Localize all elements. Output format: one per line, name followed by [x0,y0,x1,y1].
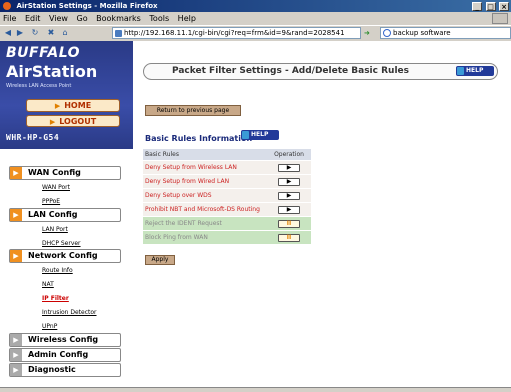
table-header-row: Basic Rules Operation [143,149,311,161]
forward-arrow-icon[interactable]: ▶ [15,28,25,38]
sidebar-link-upnp[interactable]: UPnP [42,323,57,330]
menu-help[interactable]: Help [178,14,196,23]
home-icon[interactable]: ⌂ [60,28,70,38]
sidebar-item-lan-config[interactable]: ▶ LAN Config [9,208,121,222]
page-title: Packet Filter Settings - Add/Delete Basi… [172,66,409,76]
sidebar-link-lan-port[interactable]: LAN Port [42,226,68,233]
sidebar-link-route-info[interactable]: Route Info [42,267,73,274]
page-header: Packet Filter Settings - Add/Delete Basi… [143,63,498,80]
sidebar-link-pppoe[interactable]: PPPoE [42,198,60,205]
apply-button[interactable]: Apply [145,255,175,265]
table-row: Deny Setup from Wireless LAN ▶ [143,160,311,175]
disable-button[interactable]: II [278,233,300,242]
product-tagline: Wireless LAN Access Point [6,83,72,89]
rule-label: Deny Setup from Wireless LAN [143,160,267,175]
page-viewport: BUFFALO AirStation Wireless LAN Access P… [0,41,511,387]
arrow-icon: ▶ [10,349,22,361]
menu-view[interactable]: View [49,14,68,23]
sidebar-link-ip-filter[interactable]: IP Filter [42,295,69,302]
sidebar: BUFFALO AirStation Wireless LAN Access P… [0,41,133,387]
table-row: Deny Setup from Wired LAN ▶ [143,174,311,189]
sidebar-link-nat[interactable]: NAT [42,281,54,288]
table-row: Deny Setup over WDS ▶ [143,188,311,203]
logout-button[interactable]: ▶ LOGOUT [26,115,120,127]
help-icon [242,131,249,139]
enable-button[interactable]: ▶ [278,205,300,214]
url-text: http://192.168.11.1/cgi-bin/cgi?req=frm&… [124,29,345,37]
column-header-operation: Operation [267,149,311,161]
arrow-icon: ▶ [10,167,22,179]
sidebar-item-wan-config[interactable]: ▶ WAN Config [9,166,121,180]
menu-bar: File Edit View Go Bookmarks Tools Help [0,12,511,25]
firefox-icon [3,2,11,10]
menu-bookmarks[interactable]: Bookmarks [96,14,141,23]
logo-panel: BUFFALO AirStation Wireless LAN Access P… [0,41,133,149]
rule-label: Deny Setup over WDS [143,188,267,203]
rule-label: Deny Setup from Wired LAN [143,174,267,189]
back-arrow-icon[interactable]: ◀ [3,28,13,38]
table-row: Reject the IDENT Request II [143,216,311,231]
stop-icon[interactable]: ✖ [46,28,56,38]
return-button[interactable]: Return to previous page [145,105,241,116]
sidebar-item-network-config[interactable]: ▶ Network Config [9,249,121,263]
maximize-button[interactable]: □ [485,2,496,11]
disable-button[interactable]: II [278,219,300,228]
buffalo-logo: BUFFALO [6,45,81,61]
sidebar-link-wan-port[interactable]: WAN Port [42,184,70,191]
menu-go[interactable]: Go [77,14,88,23]
arrow-icon: ▶ [10,334,22,346]
search-input[interactable]: backup software [380,27,511,39]
window-title-bar: AirStation Settings - Mozilla Firefox _ … [0,0,511,12]
sidebar-item-admin-config[interactable]: ▶ Admin Config [9,348,121,362]
table-row: Prohibit NBT and Microsoft-DS Routing ▶ [143,202,311,217]
table-row: Block Ping from WAN II [143,230,311,245]
enable-button[interactable]: ▶ [278,163,300,172]
page-icon [115,30,122,37]
arrow-icon: ▶ [54,102,61,110]
rule-label: Reject the IDENT Request [143,216,267,231]
arrow-icon: ▶ [49,118,56,126]
menu-edit[interactable]: Edit [25,14,41,23]
minimize-button[interactable]: _ [472,2,483,11]
arrow-icon: ▶ [10,250,22,262]
rule-label: Prohibit NBT and Microsoft-DS Routing [143,202,267,217]
window-title: AirStation Settings - Mozilla Firefox [16,2,158,10]
rules-table: Basic Rules Operation Deny Setup from Wi… [143,149,311,245]
menu-file[interactable]: File [3,14,16,23]
enable-button[interactable]: ▶ [278,191,300,200]
model-name: WHR-HP-G54 [6,133,60,142]
throbber-icon [492,13,508,24]
help-button[interactable]: HELP [456,66,494,76]
enable-button[interactable]: ▶ [278,177,300,186]
sidebar-item-wireless-config[interactable]: ▶ Wireless Config [9,333,121,347]
column-header-rules: Basic Rules [143,149,267,161]
sidebar-link-dhcp-server[interactable]: DHCP Server [42,240,81,247]
sidebar-link-intrusion-detector[interactable]: Intrusion Detector [42,309,97,316]
search-text: backup software [393,29,451,37]
reload-icon[interactable]: ↻ [30,28,40,38]
airstation-logo: AirStation [6,62,98,81]
rule-label: Block Ping from WAN [143,230,267,245]
google-icon [383,29,391,37]
arrow-icon: ▶ [10,364,22,376]
rules-help-button[interactable]: HELP [241,130,279,140]
address-bar[interactable]: http://192.168.11.1/cgi-bin/cgi?req=frm&… [112,27,361,39]
home-button[interactable]: ▶ HOME [26,99,120,112]
help-icon [457,67,464,75]
go-icon[interactable]: ➜ [364,28,378,38]
sidebar-item-diagnostic[interactable]: ▶ Diagnostic [9,363,121,377]
navigation-toolbar: ◀ ▶ ↻ ✖ ⌂ http://192.168.11.1/cgi-bin/cg… [0,25,511,42]
status-bar [0,387,511,392]
arrow-icon: ▶ [10,209,22,221]
menu-tools[interactable]: Tools [149,14,169,23]
section-heading: Basic Rules Information [145,134,253,143]
main-content: Packet Filter Settings - Add/Delete Basi… [133,41,511,387]
close-button[interactable]: × [499,2,509,11]
